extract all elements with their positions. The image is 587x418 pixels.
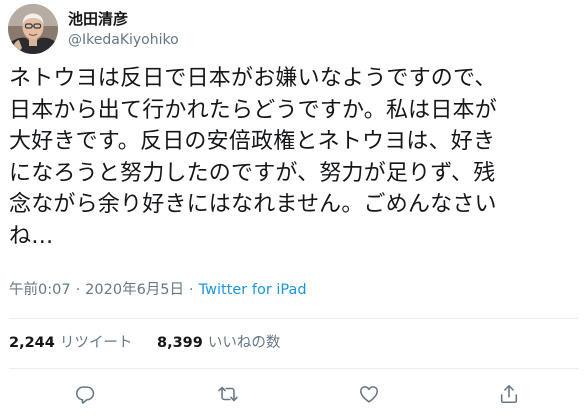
- tweet-date[interactable]: 2020年6月5日: [85, 282, 184, 298]
- user-names: 池田清彦 @IkedaKiyohiko: [68, 9, 179, 50]
- likes-stat[interactable]: 8,399 いいねの数: [157, 333, 280, 353]
- tweet-card: 池田清彦 @IkedaKiyohiko ネトウヨは反日で日本がお嫌いなようですの…: [0, 0, 587, 418]
- tweet-text-line: ネトウヨは反日で日本がお嫌いなようですので、: [9, 66, 497, 91]
- meta-separator: ·: [189, 282, 194, 298]
- reply-icon: [75, 386, 95, 404]
- reply-button[interactable]: [72, 381, 98, 407]
- avatar[interactable]: [8, 4, 58, 54]
- person-avatar-icon: [8, 4, 58, 54]
- share-icon: [500, 384, 518, 404]
- tweet-text-line: 大好きです。反日の安倍政権とネトウヨは、好き: [9, 129, 496, 155]
- tweet-meta: 午前0:07 · 2020年6月5日 · Twitter for iPad: [9, 280, 307, 300]
- tweet-text-line: になろうと努力したのですが、努力が足りず、残: [9, 160, 496, 186]
- retweets-stat[interactable]: 2,244 リツイート: [9, 333, 132, 353]
- divider: [9, 368, 579, 369]
- tweet-text-line: 日本から出て行かれたらどうですか。私は日本が: [9, 97, 497, 123]
- tweet-text-line: ね…: [9, 223, 54, 249]
- tweet-text: ネトウヨは反日で日本がお嫌いなようですので、 日本から出て行かれたらどうですか。…: [9, 63, 579, 253]
- divider: [9, 318, 579, 319]
- tweet-time[interactable]: 午前0:07: [9, 282, 71, 298]
- retweets-label: リツイート: [59, 335, 133, 351]
- like-button[interactable]: [356, 381, 382, 407]
- likes-count: 8,399: [156, 335, 203, 351]
- meta-separator: ·: [75, 282, 81, 298]
- share-button[interactable]: [496, 381, 522, 407]
- tweet-source-link[interactable]: Twitter for iPad: [199, 282, 307, 298]
- retweets-count: 2,244: [9, 335, 55, 351]
- retweet-icon: [218, 386, 238, 402]
- display-name[interactable]: 池田清彦: [68, 9, 179, 29]
- tweet-actions: [0, 381, 587, 407]
- tweet-header: 池田清彦 @IkedaKiyohiko: [8, 3, 179, 55]
- tweet-stats: 2,244 リツイート 8,399 いいねの数: [9, 333, 280, 353]
- retweet-button[interactable]: [215, 381, 241, 407]
- user-handle[interactable]: @IkedaKiyohiko: [68, 30, 179, 50]
- like-icon: [359, 386, 379, 403]
- likes-label: いいねの数: [207, 335, 281, 351]
- tweet-text-line: 念ながら余り好きにはなれません。ごめんなさい: [9, 192, 497, 218]
